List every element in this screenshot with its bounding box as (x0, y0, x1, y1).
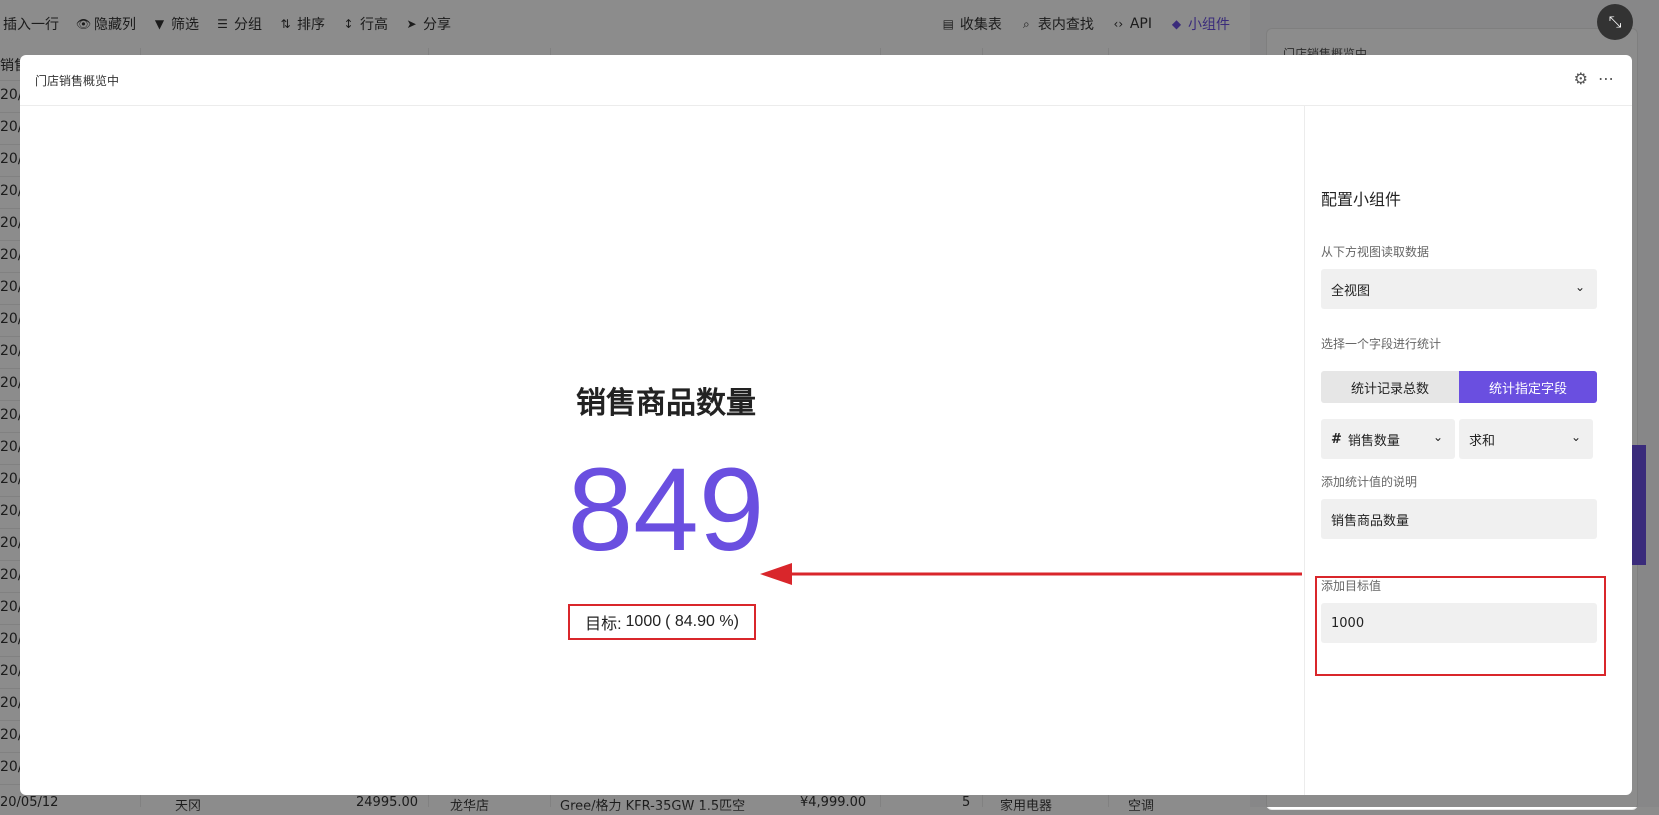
gear-icon[interactable]: ⚙ (1574, 69, 1588, 88)
view-label: 从下方视图读取数据 (1321, 245, 1430, 259)
field-select-value: 销售数量 (1347, 433, 1400, 449)
count-records-label: 统计记录总数 (1350, 381, 1429, 397)
description-label: 添加统计值的说明 (1321, 475, 1418, 489)
target-input[interactable] (1321, 603, 1597, 643)
target-percent: ( 84.90 %) (665, 613, 739, 630)
stat-mode-toggle: 统计记录总数 统计指定字段 (1321, 371, 1597, 403)
config-title: 配置小组件 (1321, 190, 1402, 209)
target-prefix: 目标: (585, 616, 622, 633)
collapse-icon: ⤡ (1608, 12, 1622, 31)
target-value: 1000 (625, 613, 662, 630)
stat-label: 选择一个字段进行统计 (1321, 337, 1442, 351)
modal-title: 门店销售概览中 (35, 74, 120, 88)
view-select[interactable]: 全视图 ⌄ (1321, 269, 1597, 309)
target-label: 添加目标值 (1321, 579, 1382, 593)
aggregate-select-value: 求和 (1469, 433, 1496, 449)
collapse-button[interactable]: ⤡ (1597, 4, 1633, 40)
widget-modal: 门店销售概览中 ⚙ ⋯ 销售商品数量 849 目标: 1000 ( 84.90 … (20, 55, 1632, 795)
description-input[interactable] (1321, 499, 1597, 539)
chevron-down-icon: ⌄ (1570, 430, 1581, 444)
widget-value: 849 (567, 444, 765, 576)
config-panel: 配置小组件 从下方视图读取数据 全视图 ⌄ 选择一个字段进行统计 统计记录总数 … (1304, 106, 1632, 795)
header-actions: ⚙ ⋯ (1574, 69, 1614, 88)
count-records-button[interactable]: 统计记录总数 (1321, 371, 1459, 403)
field-select[interactable]: # 销售数量 ⌄ (1321, 419, 1455, 459)
widget-display: 销售商品数量 849 (20, 106, 1304, 795)
modal-header: 门店销售概览中 ⚙ ⋯ (20, 55, 1632, 106)
chevron-down-icon: ⌄ (1432, 430, 1443, 444)
number-field-icon: # (1331, 431, 1342, 447)
widget-target: 目标: 1000 ( 84.90 %) (568, 604, 756, 640)
widget-label: 销售商品数量 (576, 386, 756, 421)
count-field-label: 统计指定字段 (1488, 381, 1567, 397)
more-icon[interactable]: ⋯ (1598, 69, 1614, 88)
count-field-button[interactable]: 统计指定字段 (1459, 371, 1597, 403)
chevron-down-icon: ⌄ (1574, 280, 1585, 294)
aggregate-select[interactable]: 求和 ⌄ (1459, 419, 1593, 459)
view-select-value: 全视图 (1331, 283, 1371, 299)
